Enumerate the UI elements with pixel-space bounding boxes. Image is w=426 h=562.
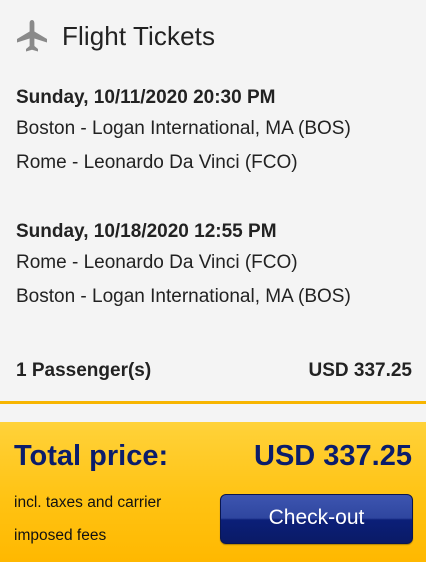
flight-leg-return: Sunday, 10/18/2020 12:55 PM Rome - Leona… [16, 218, 410, 314]
checkout-button[interactable]: Check-out [220, 494, 413, 544]
total-label: Total price: [14, 440, 169, 472]
subtotal-price: USD 337.25 [308, 360, 412, 381]
passenger-count: 1 Passenger(s) [16, 360, 152, 381]
panel-header: Flight Tickets [14, 14, 215, 58]
passengers-summary: 1 Passenger(s) USD 337.25 [16, 356, 412, 386]
fees-note: incl. taxes and carrier imposed fees [14, 494, 162, 544]
total-price-box: Total price: USD 337.25 incl. taxes and … [0, 422, 426, 562]
leg-datetime: Sunday, 10/18/2020 12:55 PM [16, 221, 277, 242]
total-row: Total price: USD 337.25 [14, 440, 412, 473]
leg-destination: Boston - Logan International, MA (BOS) [16, 286, 351, 307]
leg-origin: Boston - Logan International, MA (BOS) [16, 118, 351, 139]
page-title: Flight Tickets [62, 20, 216, 51]
leg-origin: Rome - Leonardo Da Vinci (FCO) [16, 252, 298, 273]
airplane-icon [14, 18, 50, 54]
divider [0, 401, 426, 404]
leg-datetime: Sunday, 10/11/2020 20:30 PM [16, 87, 276, 108]
flight-tickets-panel: Flight Tickets Sunday, 10/11/2020 20:30 … [0, 0, 426, 562]
flight-leg-outbound: Sunday, 10/11/2020 20:30 PM Boston - Log… [16, 84, 410, 180]
leg-destination: Rome - Leonardo Da Vinci (FCO) [16, 152, 298, 173]
total-amount: USD 337.25 [254, 440, 412, 472]
